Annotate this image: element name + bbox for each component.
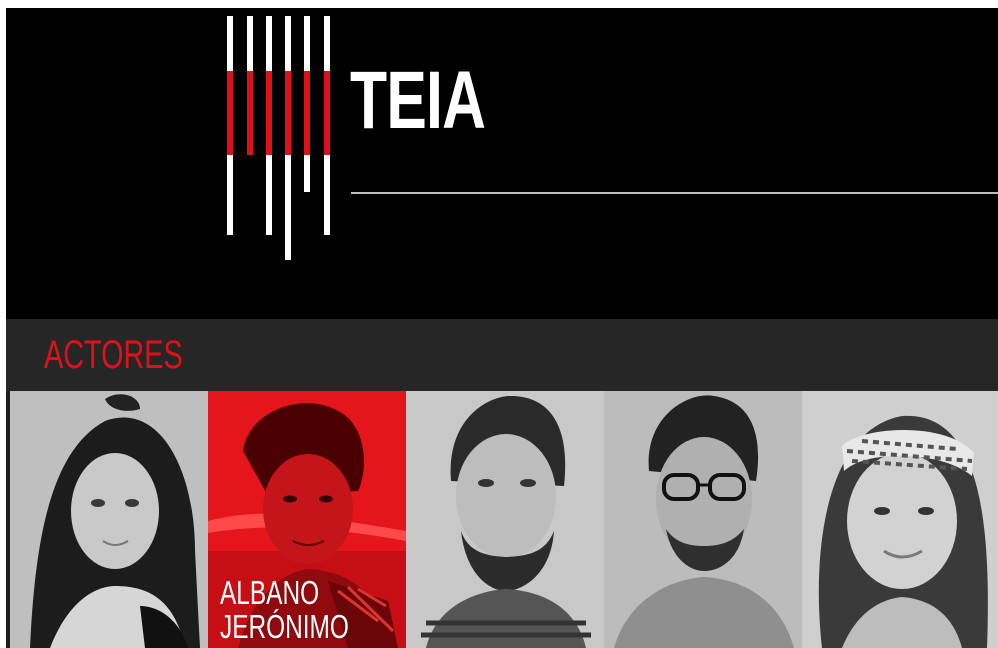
actor-name: ALBANO JERÓNIMO (220, 574, 349, 645)
section-title: ACTORES (44, 333, 183, 377)
actor-photo (802, 391, 998, 648)
actor-card[interactable] (802, 391, 998, 648)
actor-card[interactable] (406, 391, 604, 648)
section-header: ACTORES (6, 319, 998, 391)
brand-name[interactable]: TEIA (350, 60, 486, 142)
header-divider (351, 192, 998, 194)
site-header: TEIA (6, 8, 998, 319)
teia-logo-icon[interactable] (227, 16, 337, 260)
actor-photo (10, 391, 208, 648)
actor-card[interactable] (604, 391, 802, 648)
actor-photo (406, 391, 604, 648)
actor-photo (604, 391, 802, 648)
actor-card[interactable] (10, 391, 208, 648)
actor-card-albano-jeronimo[interactable]: ALBANO JERÓNIMO (208, 391, 406, 648)
actors-grid: ALBANO JERÓNIMO (6, 391, 998, 648)
